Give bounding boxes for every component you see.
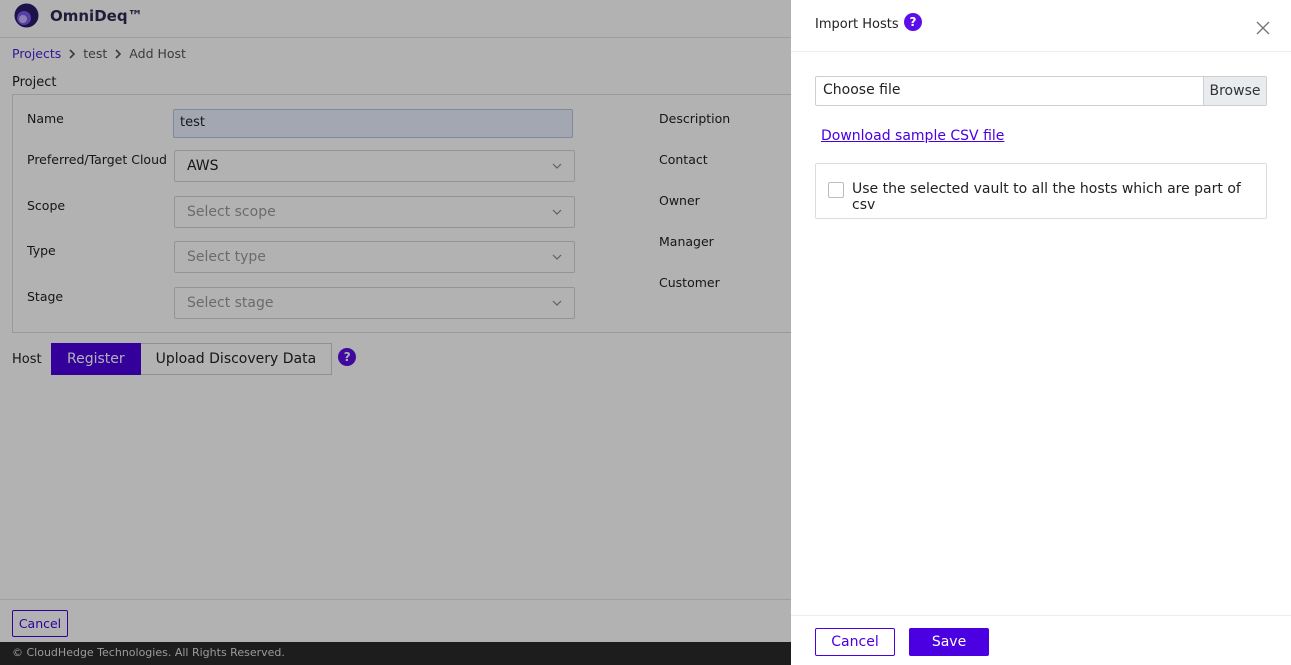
use-vault-checkbox[interactable] (828, 182, 844, 198)
file-input[interactable]: Choose file (816, 77, 1203, 105)
help-icon[interactable]: ? (904, 13, 922, 31)
drawer-footer: Cancel Save (791, 615, 1291, 665)
use-vault-label[interactable]: Use the selected vault to all the hosts … (852, 181, 1266, 213)
file-picker[interactable]: Choose file Browse (815, 76, 1267, 106)
close-icon[interactable] (1256, 21, 1270, 35)
drawer-header: Import Hosts ? (791, 0, 1291, 52)
download-sample-csv-link[interactable]: Download sample CSV file (821, 128, 1004, 144)
drawer-title: Import Hosts (815, 17, 899, 32)
save-button[interactable]: Save (909, 628, 989, 656)
import-hosts-drawer: Import Hosts ? Choose file Browse Downlo… (791, 0, 1291, 665)
modal-backdrop[interactable] (0, 0, 791, 665)
browse-button[interactable]: Browse (1203, 77, 1266, 105)
app-root: OmniDeq™ Projects test Add Host Project … (0, 0, 1291, 665)
vault-option-box: Use the selected vault to all the hosts … (815, 163, 1267, 219)
cancel-button[interactable]: Cancel (815, 628, 895, 656)
